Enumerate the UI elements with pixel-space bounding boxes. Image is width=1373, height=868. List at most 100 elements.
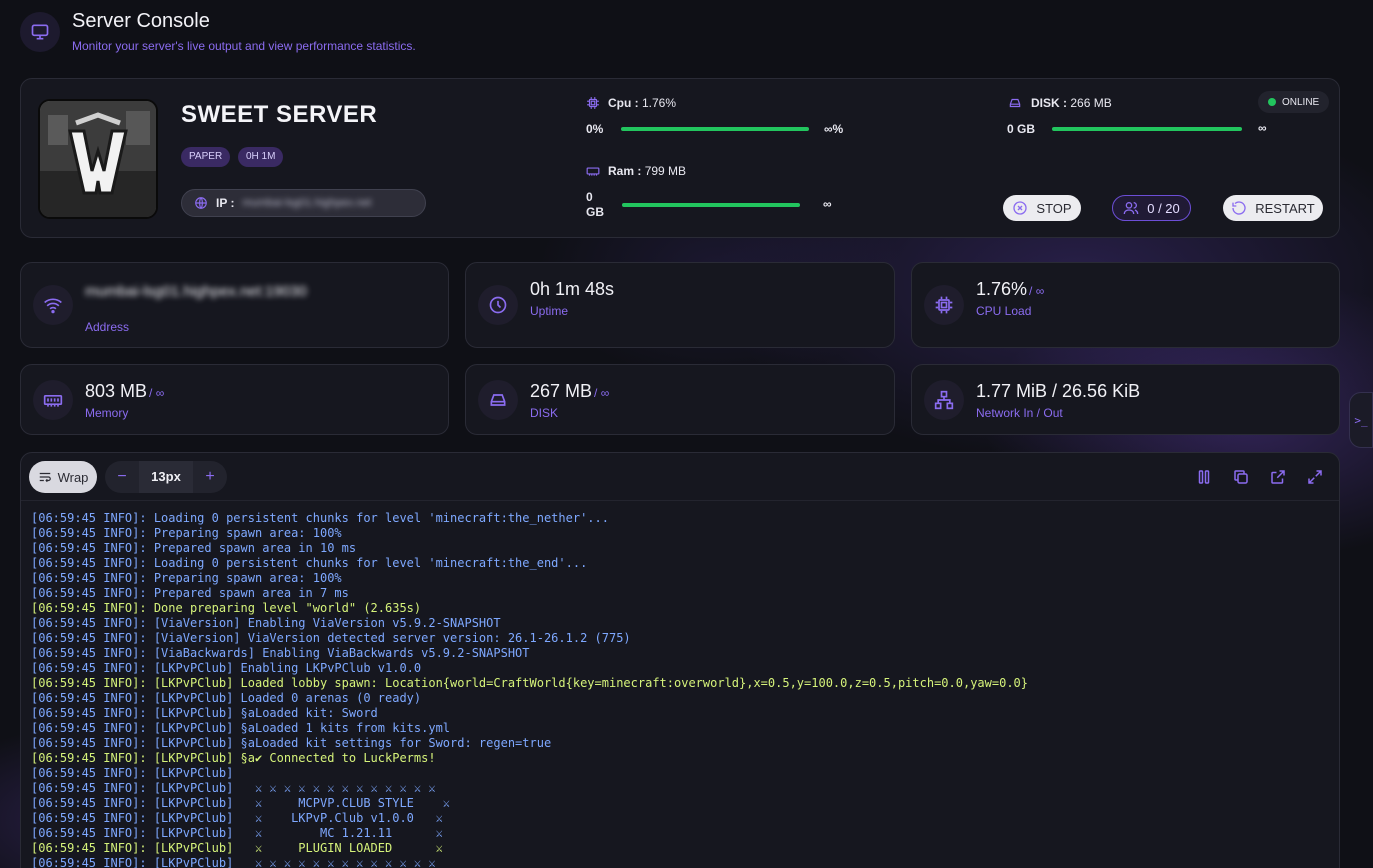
disk-card-label: DISK [530,406,559,420]
ram-label: Ram : [608,164,642,178]
disk-value: 266 MB [1070,96,1112,110]
uptime-card: 0h 1m 48s Uptime [465,262,895,348]
users-icon [1123,202,1139,215]
ram-min-bottom: GB [586,205,604,219]
cpu-max: ∞% [824,122,844,136]
server-logo [38,99,158,219]
hard-drive-icon [1009,98,1021,108]
font-size-stepper: − 13px + [105,461,227,493]
memory-icon [33,379,73,420]
disk-card-value: 267 MB [530,381,593,401]
cpu-icon [924,285,964,325]
disk-min: 0 GB [1007,122,1036,136]
memory-suffix: / ∞ [149,386,165,400]
address-label: Address [85,320,130,334]
log-line: [06:59:45 INFO]: [LKPvPClub] [31,766,234,780]
external-link-icon[interactable] [1269,468,1287,486]
server-name: SWEET SERVER [181,101,378,128]
increase-font-button[interactable]: + [193,468,227,486]
ip-box[interactable]: IP : mumbai-lsg01.highpex.net [181,189,426,217]
status-dot [1268,98,1276,106]
software-badge: PAPER [181,147,231,167]
ip-label: IP : [216,196,235,210]
ip-value: mumbai-lsg01.highpex.net [242,197,372,209]
disk-card: 267 MB / ∞ DISK [465,364,895,435]
pause-icon[interactable] [1195,468,1213,486]
stop-button[interactable]: STOP [1003,195,1081,221]
decrease-font-button[interactable]: − [105,468,139,486]
log-line: [06:59:45 INFO]: [LKPvPClub] §aLoaded ki… [31,706,378,720]
ram-bar [622,203,800,207]
wrap-icon [39,472,51,483]
network-card: 1.77 MiB / 26.56 KiB Network In / Out [911,364,1340,435]
wrap-button[interactable]: Wrap [29,461,97,493]
uptime-value: 0h 1m 48s [530,279,615,299]
log-line: [06:59:45 INFO]: [LKPvPClub] Enabling LK… [31,661,422,675]
cpu-load-label: CPU Load [976,304,1032,318]
log-line: [06:59:45 INFO]: [ViaVersion] Enabling V… [31,616,501,630]
address-card: mumbai-lsg01.highpex.net:19030 Address [20,262,449,348]
wifi-icon [33,285,73,325]
log-line: [06:59:45 INFO]: Done preparing level "w… [31,601,422,615]
cpu-load-card: 1.76% / ∞ CPU Load [911,262,1340,348]
log-line: [06:59:45 INFO]: [LKPvPClub] §aLoaded ki… [31,736,552,750]
cpu-load-value-row: 1.76% / ∞ [976,279,1044,300]
clock-icon [478,285,518,325]
restart-button[interactable]: RESTART [1223,195,1323,221]
console-toolbar: Wrap − 13px + [21,453,1339,501]
log-line: [06:59:45 INFO]: [LKPvPClub] Loaded lobb… [31,676,1028,690]
disk-max: ∞ [1258,121,1267,135]
log-line: [06:59:45 INFO]: [LKPvPClub] §aLoaded 1 … [31,721,451,735]
log-line: [06:59:45 INFO]: Preparing spawn area: 1… [31,526,342,540]
log-line: [06:59:45 INFO]: [LKPvPClub] ⚔ ⚔ ⚔ ⚔ ⚔ ⚔… [31,781,436,795]
copy-icon[interactable] [1232,468,1250,486]
memory-card: 803 MB / ∞ Memory [20,364,449,435]
status-badge: ONLINE [1258,91,1330,113]
ram-icon [586,167,600,176]
cpu-stat-label: Cpu : 1.76% [586,96,676,110]
log-line: [06:59:45 INFO]: [LKPvPClub] §a✔ Connect… [31,751,436,765]
address-value: mumbai-lsg01.highpex.net:19030 [85,283,307,300]
console-side-tab[interactable]: >_ [1349,392,1373,448]
log-line: [06:59:45 INFO]: [LKPvPClub] ⚔ MCPVP.CLU… [31,796,451,810]
log-line: [06:59:45 INFO]: [ViaBackwards] Enabling… [31,646,530,660]
network-value: 1.77 MiB / 26.56 KiB [976,381,1141,401]
wrap-label: Wrap [57,469,89,485]
restart-icon [1232,201,1246,215]
network-icon [924,379,964,420]
stop-label: STOP [1036,200,1072,216]
memory-value: 803 MB [85,381,148,401]
globe-icon [195,197,207,209]
page-subtitle: Monitor your server's live output and vi… [72,39,416,53]
stop-circle-icon [1013,201,1028,215]
page-header: Server Console Monitor your server's liv… [20,10,416,53]
network-label: Network In / Out [976,406,1063,420]
players-button[interactable]: 0 / 20 [1112,195,1191,221]
cpu-load-value: 1.76% [976,279,1028,299]
cpu-load-suffix: / ∞ [1029,284,1045,298]
memory-label: Memory [85,406,129,420]
log-line: [06:59:45 INFO]: Loading 0 persistent ch… [31,556,588,570]
disk-bar [1052,127,1242,131]
log-line: [06:59:45 INFO]: Loading 0 persistent ch… [31,511,609,525]
fullscreen-icon[interactable] [1306,468,1324,486]
ram-min-top: 0 [586,190,593,204]
cpu-min: 0% [586,122,604,136]
console-output[interactable]: [06:59:45 INFO]: Loading 0 persistent ch… [31,511,1329,868]
disk-bar-fill [1052,127,1242,131]
uptime-badge: 0H 1M [238,147,284,167]
log-line: [06:59:45 INFO]: [LKPvPClub] ⚔ MC 1.21.1… [31,826,443,840]
memory-value-row: 803 MB / ∞ [85,381,164,402]
uptime-label: Uptime [530,304,569,318]
font-size-value: 13px [139,461,193,493]
log-line: [06:59:45 INFO]: [LKPvPClub] Loaded 0 ar… [31,691,422,705]
ram-max: ∞ [823,197,832,211]
console-panel: Wrap − 13px + [06:59:45 INFO]: Loading 0… [20,452,1340,868]
disk-value-row: 267 MB / ∞ [530,381,609,402]
log-line: [06:59:45 INFO]: Prepared spawn area in … [31,586,349,600]
cpu-value: 1.76% [642,96,677,110]
log-line: [06:59:45 INFO]: [LKPvPClub] ⚔ PLUGIN LO… [31,841,443,855]
log-line: [06:59:45 INFO]: [LKPvPClub] ⚔ ⚔ ⚔ ⚔ ⚔ ⚔… [31,856,436,868]
cpu-bar [621,127,809,131]
log-line: [06:59:45 INFO]: Preparing spawn area: 1… [31,571,342,585]
